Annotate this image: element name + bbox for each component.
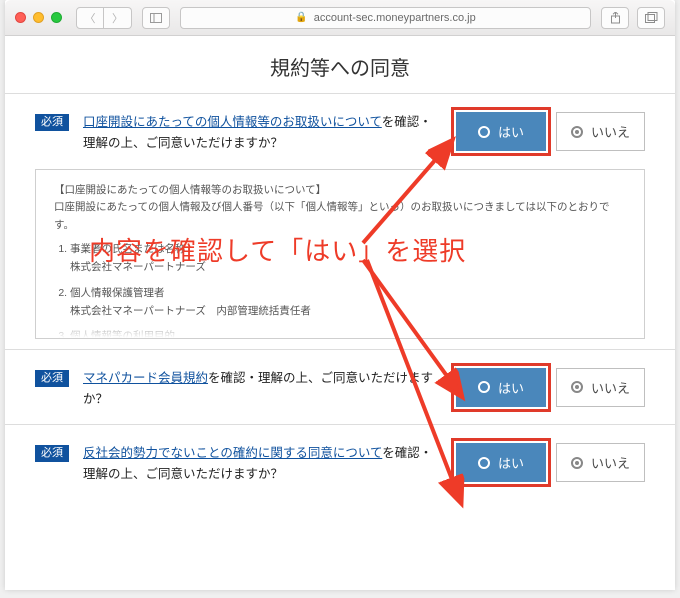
- info-lead: 口座開設にあたっての個人情報及び個人番号（以下「個人情報等」といっ）のお取扱いに…: [54, 199, 626, 235]
- info-box[interactable]: 【口座開設にあたっての個人情報等のお取扱いについて】 口座開設にあたっての個人情…: [35, 169, 645, 339]
- yes-button-1[interactable]: はい: [456, 112, 546, 151]
- agreement-link-1[interactable]: 口座開設にあたっての個人情報等のお取扱いについて: [83, 115, 382, 129]
- choice-group-1: はい いいえ: [456, 112, 645, 151]
- radio-icon: [571, 457, 583, 469]
- radio-icon: [571, 126, 583, 138]
- sidebar-icon: [150, 13, 162, 23]
- radio-icon: [571, 381, 583, 393]
- page-title: 規約等への同意: [35, 36, 645, 93]
- share-icon: [610, 12, 621, 24]
- radio-icon: [478, 381, 490, 393]
- window-controls: [15, 12, 62, 23]
- no-button-3[interactable]: いいえ: [556, 443, 645, 482]
- address-bar[interactable]: 🔒 account-sec.moneypartners.co.jp: [180, 7, 591, 29]
- info-item-1: 事業者の氏名または名称 株式会社マネーパートナーズ: [70, 241, 626, 277]
- info-heading: 【口座開設にあたっての個人情報等のお取扱いについて】: [54, 182, 626, 200]
- browser-chrome: 〈 〉 🔒 account-sec.moneypartners.co.jp: [5, 0, 675, 36]
- page-body: 規約等への同意 必須 口座開設にあたっての個人情報等のお取扱いについてを確認・理…: [5, 36, 675, 590]
- back-button[interactable]: 〈: [76, 7, 104, 29]
- radio-icon: [478, 126, 490, 138]
- window: 〈 〉 🔒 account-sec.moneypartners.co.jp: [5, 0, 675, 590]
- fade-overlay: [36, 316, 644, 338]
- nav-buttons: 〈 〉: [76, 7, 132, 29]
- tabs-icon: [645, 12, 658, 23]
- no-button-2[interactable]: いいえ: [556, 368, 645, 407]
- radio-icon: [478, 457, 490, 469]
- lock-icon: 🔒: [295, 12, 307, 23]
- agreement-row-3: 必須 反社会的勢力でないことの確約に関する同意についてを確認・理解の上、ご同意い…: [35, 425, 645, 500]
- question-text-2: マネパカード会員規約を確認・理解の上、ご同意いただけますか？: [83, 368, 442, 411]
- forward-button[interactable]: 〉: [104, 7, 132, 29]
- choice-group-2: はい いいえ: [456, 368, 645, 407]
- yes-button-3[interactable]: はい: [456, 443, 546, 482]
- address-text: account-sec.moneypartners.co.jp: [314, 12, 476, 24]
- share-button[interactable]: [601, 7, 629, 29]
- required-badge: 必須: [35, 445, 69, 462]
- agreement-row-1: 必須 口座開設にあたっての個人情報等のお取扱いについてを確認・理解の上、ご同意い…: [35, 94, 645, 169]
- question-text-3: 反社会的勢力でないことの確約に関する同意についてを確認・理解の上、ご同意いただけ…: [83, 443, 442, 486]
- tabs-button[interactable]: [637, 7, 665, 29]
- agreement-link-3[interactable]: 反社会的勢力でないことの確約に関する同意について: [83, 446, 382, 460]
- choice-group-3: はい いいえ: [456, 443, 645, 482]
- required-badge: 必須: [35, 114, 69, 131]
- no-button-1[interactable]: いいえ: [556, 112, 645, 151]
- agreement-link-2[interactable]: マネパカード会員規約: [83, 371, 208, 385]
- yes-button-2[interactable]: はい: [456, 368, 546, 407]
- sidebar-button[interactable]: [142, 7, 170, 29]
- zoom-icon[interactable]: [51, 12, 62, 23]
- agreement-row-2: 必須 マネパカード会員規約を確認・理解の上、ご同意いただけますか？ はい いいえ: [35, 350, 645, 425]
- close-icon[interactable]: [15, 12, 26, 23]
- minimize-icon[interactable]: [33, 12, 44, 23]
- required-badge: 必須: [35, 370, 69, 387]
- question-text-1: 口座開設にあたっての個人情報等のお取扱いについてを確認・理解の上、ご同意いただけ…: [83, 112, 442, 155]
